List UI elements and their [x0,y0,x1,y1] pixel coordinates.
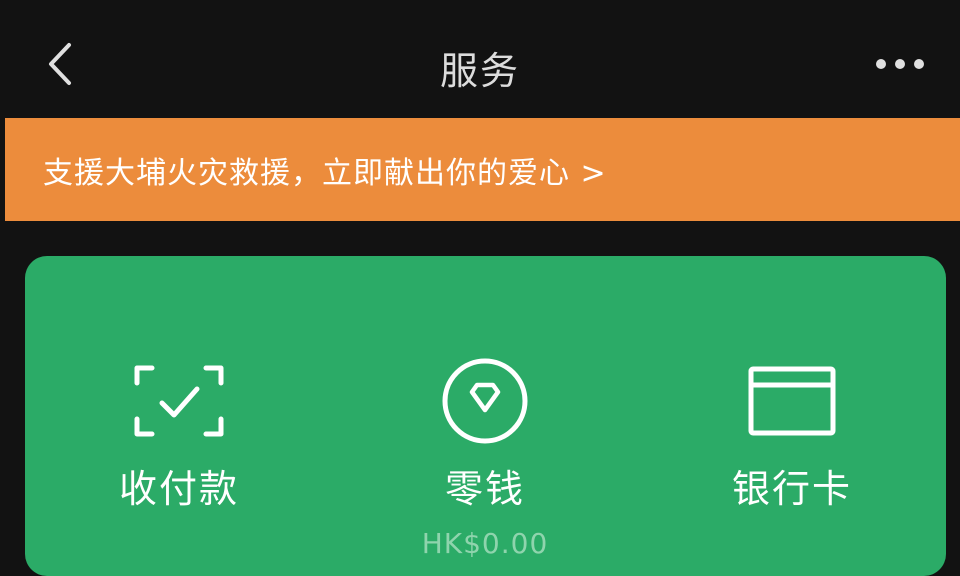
receive-pay-label: 收付款 [118,467,239,511]
scan-check-icon [134,365,224,437]
banner-text: 支援大埔火灾救援，立即献出你的爱心 > [43,155,607,191]
more-horizontal-icon [876,59,886,69]
bank-card-icon [748,366,836,436]
wallet-card: 收付款 零钱 HK$0.00 银行卡 [25,256,946,576]
more-button[interactable] [866,40,934,88]
icon-wrap [134,356,224,446]
icon-wrap [440,356,530,446]
diamond-coin-icon [442,358,528,444]
change-wallet-button[interactable]: 零钱 HK$0.00 [335,356,635,576]
page-title: 服务 [439,49,520,93]
icon-wrap [747,356,837,446]
change-label: 零钱 [444,467,525,511]
bank-card-label: 银行卡 [731,467,852,511]
more-horizontal-icon [895,59,905,69]
bank-card-button[interactable]: 银行卡 [642,356,942,576]
donation-banner[interactable]: 支援大埔火灾救援，立即献出你的爱心 > [5,118,960,221]
top-bar: 服务 [0,0,960,118]
more-horizontal-icon [914,59,924,69]
receive-pay-button[interactable]: 收付款 [29,356,329,576]
change-balance: HK$0.00 [421,527,549,560]
